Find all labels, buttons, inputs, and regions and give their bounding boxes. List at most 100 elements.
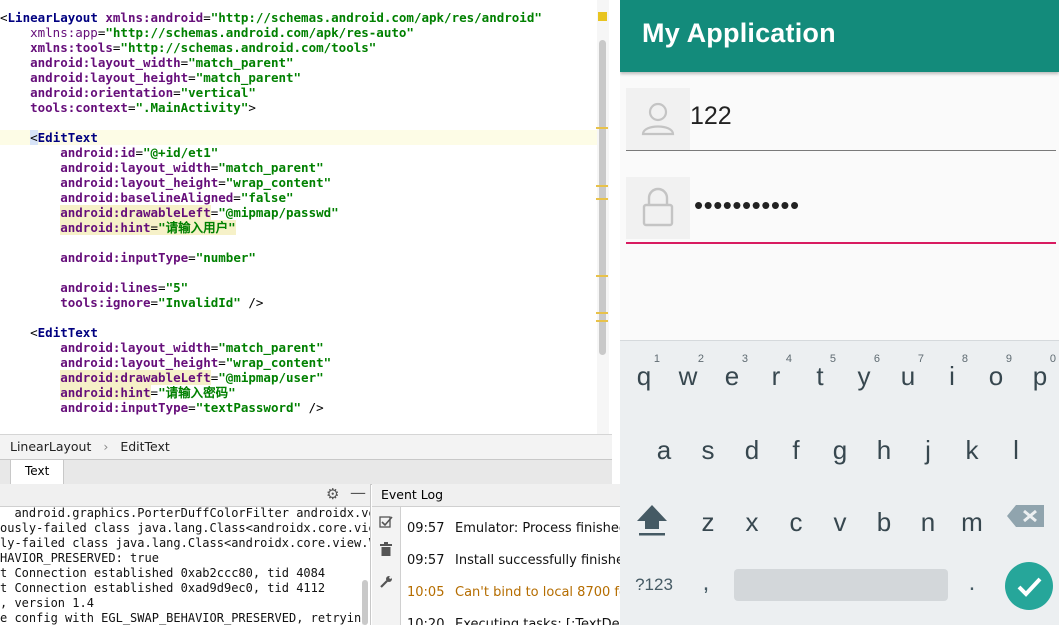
scroll-marker[interactable] [596, 320, 608, 322]
minimize-icon[interactable]: — [350, 484, 366, 502]
key-z[interactable]: z [686, 493, 730, 543]
code-token: < [0, 325, 38, 340]
key-d[interactable]: d [730, 421, 774, 471]
scroll-marker[interactable] [596, 198, 608, 200]
key-l[interactable]: l [994, 421, 1038, 471]
logcat-scrollbar[interactable] [362, 580, 368, 625]
code-token: "http://schemas.android.com/tools" [120, 40, 377, 55]
event-log-row[interactable]: 10:05 Can't bind to local 8700 fo [407, 583, 620, 603]
username-icon-box [626, 88, 690, 150]
logcat-header: ⚙ — [0, 484, 370, 507]
key-i[interactable]: 8i [930, 347, 974, 397]
code-token: "@+id/et1" [143, 145, 219, 160]
code-token: "wrap_content" [225, 175, 332, 190]
key-s[interactable]: s [686, 421, 730, 471]
key-n[interactable]: n [906, 493, 950, 543]
logcat-line: HAVIOR_PRESERVED: true [0, 551, 159, 565]
key-label: x [745, 507, 759, 537]
key-k[interactable]: k [950, 421, 994, 471]
event-log-row[interactable]: 09:57 Emulator: Process finished [407, 519, 620, 539]
code-token: android:layout_height [0, 355, 219, 370]
username-input[interactable]: 122 [690, 102, 732, 131]
key-h[interactable]: h [862, 421, 906, 471]
checkmark-icon [1017, 577, 1042, 597]
code-editor[interactable]: <LinearLayout xmlns:android="http://sche… [0, 0, 612, 434]
password-icon-box [626, 177, 690, 239]
password-underline-focused [626, 242, 1056, 244]
event-log-header: Event Log [372, 484, 620, 507]
symbols-key[interactable]: ?123 [630, 563, 678, 603]
enter-key[interactable] [1005, 562, 1053, 610]
key-r[interactable]: 4r [754, 347, 798, 397]
code-token: "match_parent" [218, 340, 324, 355]
event-message[interactable]: Install successfully finishe [455, 553, 620, 568]
code-token: "match_parent" [195, 70, 302, 85]
code-token: android:hint [60, 220, 151, 235]
code-token: LinearLayout [7, 10, 106, 25]
key-p[interactable]: 0p [1018, 347, 1059, 397]
key-e[interactable]: 3e [710, 347, 754, 397]
scroll-marker[interactable] [596, 275, 608, 277]
code-token: "5" [165, 280, 189, 295]
code-token: "wrap_content" [225, 355, 332, 370]
event-log-toolbar [372, 507, 401, 625]
key-q[interactable]: 1q [622, 347, 666, 397]
event-log-row[interactable]: 10:20 Executing tasks: [:TextDemo [407, 615, 620, 625]
event-log-row[interactable]: 09:57 Install successfully finishe [407, 551, 620, 571]
code-token: android:layout_width [0, 160, 211, 175]
key-t[interactable]: 5t [798, 347, 842, 397]
code-token: android:drawableLeft [60, 370, 211, 385]
key-v[interactable]: v [818, 493, 862, 543]
code-token: = [188, 70, 196, 85]
code-token: "http://schemas.android.com/apk/res/andr… [210, 10, 542, 25]
scroll-marker[interactable] [596, 312, 608, 314]
space-key[interactable] [734, 569, 948, 601]
code-token: android:id [0, 145, 136, 160]
comma-key[interactable]: , [686, 563, 726, 603]
code-token: tools:context [0, 100, 128, 115]
event-message[interactable]: Emulator: Process finished [455, 521, 620, 536]
inspection-warning-icon[interactable] [598, 12, 607, 21]
breadcrumb-item-edittext[interactable]: EditText [120, 435, 170, 459]
event-message[interactable]: Executing tasks: [:TextDemo [455, 617, 620, 625]
key-u[interactable]: 7u [886, 347, 930, 397]
key-label: d [744, 435, 760, 465]
event-message[interactable]: Can't bind to local 8700 fo [455, 585, 620, 600]
key-label: f [792, 435, 800, 465]
code-token: "请输入用户" [158, 220, 236, 235]
code-token: EditText [37, 130, 98, 145]
key-g[interactable]: g [818, 421, 862, 471]
key-j[interactable]: j [906, 421, 950, 471]
backspace-key[interactable] [1000, 493, 1052, 543]
mark-all-read-icon[interactable] [379, 515, 393, 529]
tab-text[interactable]: Text [10, 460, 65, 486]
code-token: ".MainActivity" [135, 100, 249, 115]
gear-icon[interactable]: ⚙ [326, 485, 339, 503]
code-line: android:layout_width="match_parent" [0, 55, 293, 70]
scroll-marker[interactable] [596, 185, 608, 187]
key-y[interactable]: 6y [842, 347, 886, 397]
key-o[interactable]: 9o [974, 347, 1018, 397]
key-label: u [900, 361, 916, 391]
code-line: android:hint="请输入密码" [0, 385, 236, 400]
code-token: xmlns:tools [0, 40, 113, 55]
key-m[interactable]: m [950, 493, 994, 543]
trash-icon[interactable] [380, 542, 392, 556]
period-key[interactable]: . [952, 563, 992, 603]
code-line: android:inputType="number" [0, 250, 256, 265]
key-b[interactable]: b [862, 493, 906, 543]
shift-key[interactable] [628, 493, 676, 543]
wrench-icon[interactable] [379, 575, 393, 589]
breadcrumb-item-linearlayout[interactable]: LinearLayout [10, 435, 91, 459]
key-f[interactable]: f [774, 421, 818, 471]
key-c[interactable]: c [774, 493, 818, 543]
key-label: j [925, 435, 931, 465]
key-x[interactable]: x [730, 493, 774, 543]
scroll-marker[interactable] [596, 127, 608, 129]
password-input[interactable]: ••••••••••• [694, 190, 800, 221]
code-token: > [248, 100, 256, 115]
key-w[interactable]: 2w [666, 347, 710, 397]
code-token: android:layout_width [0, 340, 211, 355]
key-a[interactable]: a [642, 421, 686, 471]
